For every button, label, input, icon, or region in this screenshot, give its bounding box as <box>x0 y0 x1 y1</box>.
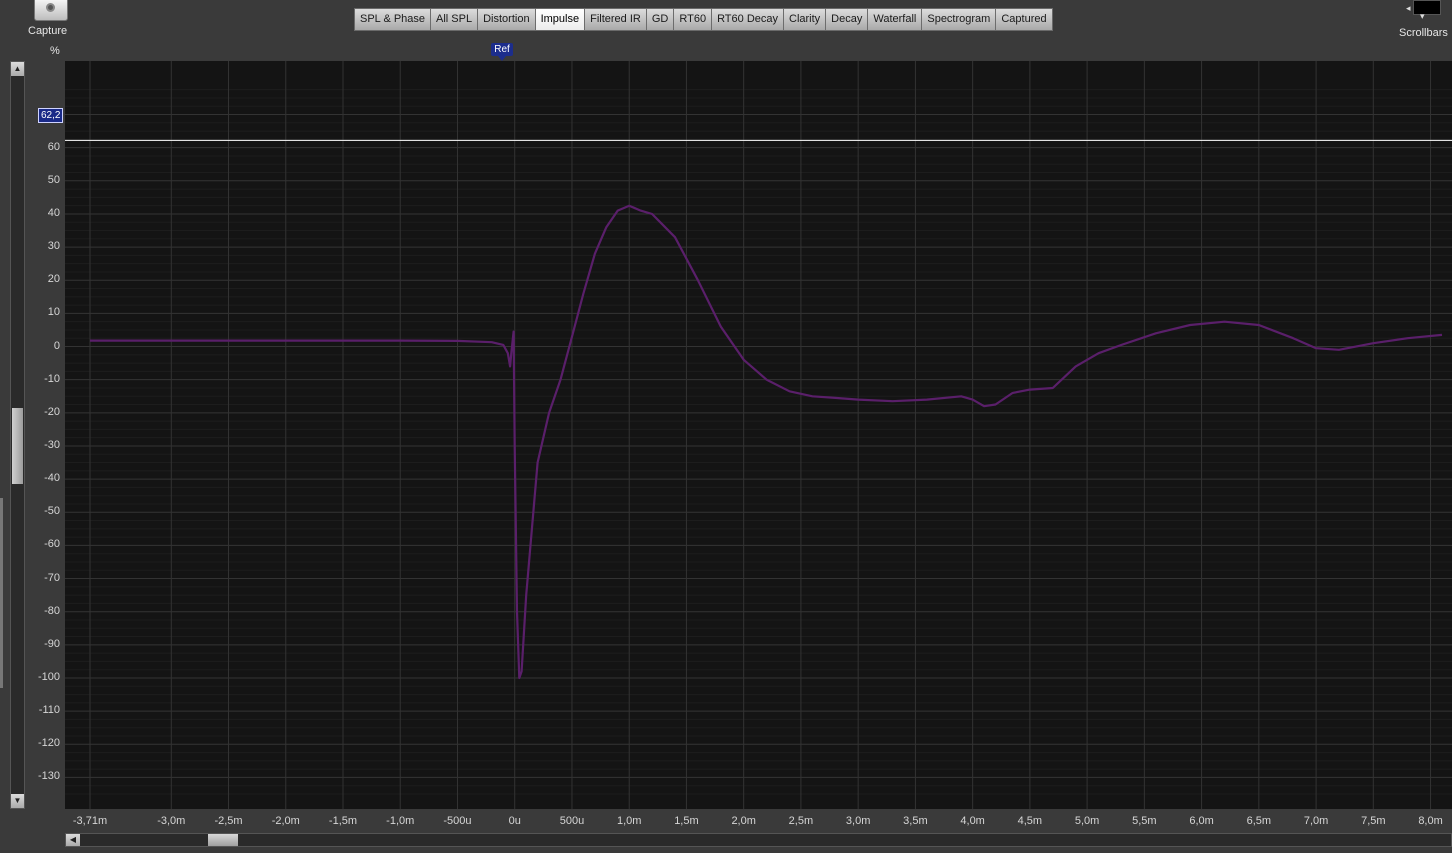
y-tick-label: 50 <box>47 173 60 186</box>
x-tick-label: -3,71m <box>72 815 108 827</box>
vertical-scroll-thumb[interactable] <box>12 408 23 484</box>
camera-icon <box>46 3 55 12</box>
y-tick-label: -60 <box>44 538 60 551</box>
x-tick-label: 2,5m <box>788 815 814 827</box>
tab-gd[interactable]: GD <box>646 9 675 30</box>
x-tick-label: 500u <box>559 815 585 827</box>
x-tick-label: 6,5m <box>1246 815 1272 827</box>
graph-tabs: SPL & Phase All SPL Distortion Impulse Filte… <box>354 8 1053 31</box>
cursor-value-readout[interactable]: 62,2 <box>38 108 64 123</box>
y-tick-label: -120 <box>37 737 60 750</box>
x-tick-label: -2,5m <box>214 815 243 827</box>
y-tick-label: -110 <box>38 704 60 717</box>
y-tick-label: -20 <box>44 405 60 418</box>
tab-spl-phase[interactable]: SPL & Phase <box>355 9 432 30</box>
arrow-left-icon: ◂ <box>1406 3 1411 13</box>
y-tick-label: 0 <box>53 339 60 352</box>
x-tick-label: 1,5m <box>674 815 699 827</box>
y-tick-label: -80 <box>44 604 60 617</box>
scrollbars-toggle[interactable]: ◂ ▾ <box>1406 0 1442 22</box>
arrow-down-icon: ▾ <box>1420 11 1425 21</box>
capture-label: Capture <box>28 25 68 37</box>
tab-distortion[interactable]: Distortion <box>478 9 536 30</box>
tab-rt60[interactable]: RT60 <box>674 9 713 30</box>
x-tick-label: 5,0m <box>1074 815 1100 827</box>
x-tick-label: -3,0m <box>157 815 186 827</box>
tab-clarity[interactable]: Clarity <box>784 9 827 30</box>
x-tick-label: -2,0m <box>271 815 300 827</box>
x-tick-label: 7,5m <box>1361 815 1386 827</box>
tab-rt60-decay[interactable]: RT60 Decay <box>712 9 784 30</box>
x-tick-label: 4,5m <box>1017 815 1043 827</box>
y-tick-label: 40 <box>47 206 60 219</box>
scroll-up-icon[interactable]: ▲ <box>11 62 24 76</box>
ref-marker[interactable]: Ref <box>491 43 513 61</box>
y-tick-label: 10 <box>47 306 60 319</box>
x-tick-label: 6,0m <box>1189 815 1214 827</box>
y-tick-label: -50 <box>44 505 60 518</box>
x-tick-label: -500u <box>443 815 472 827</box>
x-tick-label: 7,0m <box>1303 815 1329 827</box>
x-tick-label: 3,5m <box>903 815 928 827</box>
y-tick-label: 30 <box>47 240 60 253</box>
y-unit-label: % <box>50 45 60 57</box>
x-tick-label: 1,0m <box>616 815 642 827</box>
x-tick-label: 3,0m <box>845 815 871 827</box>
y-tick-label: 60 <box>47 140 60 153</box>
y-tick-label: 20 <box>47 273 60 286</box>
x-tick-label: 5,5m <box>1132 815 1157 827</box>
x-tick-label: 0u <box>508 815 521 827</box>
y-tick-label: -90 <box>44 637 60 650</box>
tab-all-spl[interactable]: All SPL <box>431 9 479 30</box>
scrollbars-icon <box>1413 0 1441 15</box>
scrollbars-label: Scrollbars <box>1399 27 1448 39</box>
x-tick-label: 2,0m <box>731 815 756 827</box>
x-tick-label: 4,0m <box>960 815 985 827</box>
capture-button[interactable] <box>34 0 68 21</box>
y-tick-label: -100 <box>37 670 60 683</box>
window-edge <box>0 498 3 688</box>
y-tick-label: -30 <box>44 438 60 451</box>
x-tick-label: -1,5m <box>328 815 358 827</box>
x-tick-label: 8,0m <box>1418 815 1443 827</box>
tab-impulse[interactable]: Impulse <box>535 9 586 30</box>
scroll-left-icon[interactable]: ◀ <box>66 834 80 846</box>
impulse-series-line <box>90 204 1443 680</box>
horizontal-scroll-thumb[interactable] <box>208 834 238 846</box>
tab-waterfall[interactable]: Waterfall <box>868 9 923 30</box>
x-tick-label: -1,0m <box>386 815 415 827</box>
y-tick-label: -70 <box>44 571 60 584</box>
y-tick-label: -10 <box>44 372 60 385</box>
y-tick-label: -40 <box>44 472 60 485</box>
y-tick-label: -130 <box>37 770 60 783</box>
scroll-down-icon[interactable]: ▼ <box>11 794 24 808</box>
tab-decay[interactable]: Decay <box>826 9 869 30</box>
horizontal-scrollbar[interactable]: ◀ <box>65 833 1452 847</box>
tab-filtered-ir[interactable]: Filtered IR <box>585 9 647 30</box>
tab-captured[interactable]: Captured <box>996 9 1052 30</box>
vertical-scrollbar[interactable]: ▲ ▼ <box>10 61 25 809</box>
tab-spectrogram[interactable]: Spectrogram <box>922 9 997 30</box>
impulse-plot-svg <box>65 61 1452 809</box>
impulse-plot-area[interactable] <box>65 61 1452 809</box>
